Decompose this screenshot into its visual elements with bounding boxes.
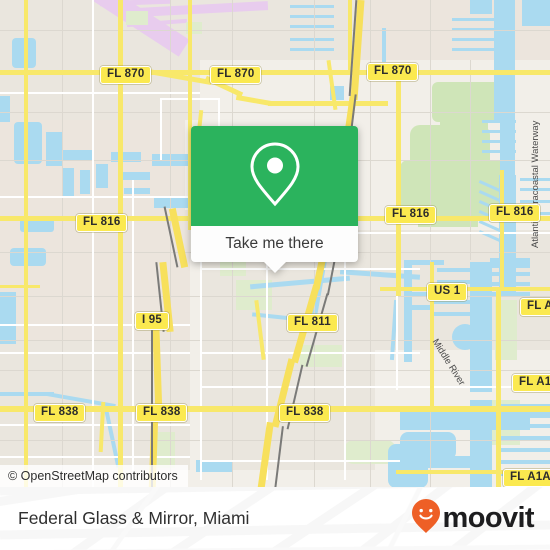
place-title: Federal Glass & Mirror, Miami bbox=[18, 487, 249, 550]
map-pin-icon bbox=[247, 140, 303, 213]
take-me-there-button[interactable]: Take me there bbox=[191, 226, 358, 262]
moovit-wordmark: moovit bbox=[442, 502, 535, 534]
osm-attribution: © OpenStreetMap contributors bbox=[0, 465, 188, 487]
screenshot-root: Atlantic Intracoastal Waterway Middle Ri… bbox=[0, 0, 550, 550]
road-shield[interactable]: FL A1A bbox=[503, 469, 550, 487]
osm-attribution-text: © OpenStreetMap contributors bbox=[8, 469, 178, 483]
road-shield[interactable]: I 95 bbox=[135, 312, 169, 330]
popup-header bbox=[191, 126, 358, 226]
moovit-smiley-pin-icon bbox=[411, 498, 441, 539]
road-shield[interactable]: FL 838 bbox=[279, 404, 331, 422]
road-shield[interactable]: FL 811 bbox=[287, 314, 338, 332]
road-shield[interactable]: FL 816 bbox=[76, 214, 128, 232]
footer-bar: Federal Glass & Mirror, Miami moovit bbox=[0, 487, 550, 550]
road-shield[interactable]: FL 816 bbox=[489, 204, 541, 222]
moovit-brand[interactable]: moovit bbox=[411, 487, 535, 550]
road-shield[interactable]: FL 870 bbox=[367, 63, 419, 81]
take-me-there-label: Take me there bbox=[225, 235, 324, 252]
place-title-text: Federal Glass & Mirror, Miami bbox=[18, 508, 250, 528]
road-shield[interactable]: FL 816 bbox=[385, 206, 437, 224]
road-shield[interactable]: FL 838 bbox=[34, 404, 86, 422]
location-popup-card[interactable]: Take me there bbox=[191, 126, 358, 273]
road-shield[interactable]: US 1 bbox=[427, 283, 468, 301]
road-shield[interactable]: FL A1A bbox=[520, 298, 550, 316]
road-shield[interactable]: FL 870 bbox=[210, 66, 262, 84]
popup-pointer-tail bbox=[263, 262, 286, 273]
road-shield[interactable]: FL 870 bbox=[100, 66, 152, 84]
road-shield[interactable]: FL 838 bbox=[136, 404, 188, 422]
map-canvas[interactable]: Atlantic Intracoastal Waterway Middle Ri… bbox=[0, 0, 550, 487]
road-shield[interactable]: FL A1A bbox=[512, 374, 550, 392]
